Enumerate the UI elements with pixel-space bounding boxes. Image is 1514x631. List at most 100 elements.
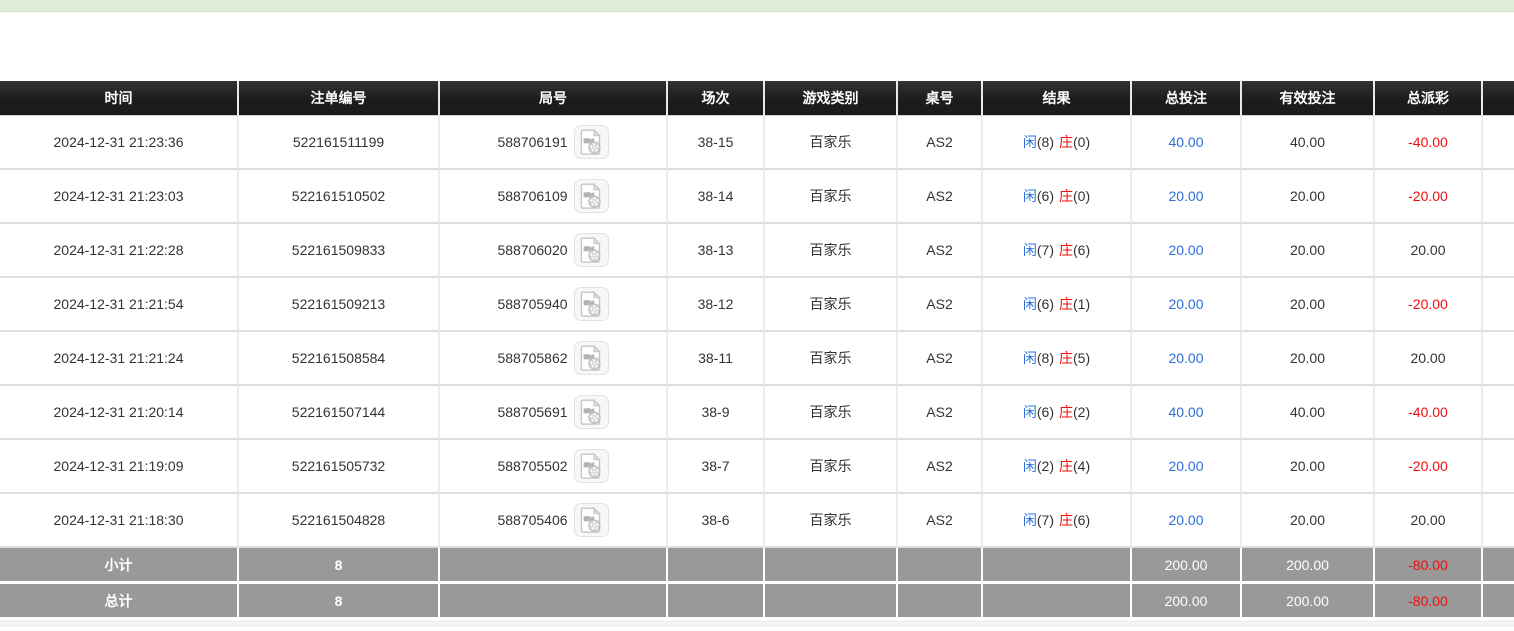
cell-valid-bet: 20.00 xyxy=(1242,170,1375,224)
result-player-label: 闲 xyxy=(1023,242,1037,258)
cell-valid-bet: 40.00 xyxy=(1242,116,1375,170)
result-banker-label: 庄 xyxy=(1059,404,1073,420)
cell-bet-id: 522161510502 xyxy=(239,170,440,224)
cell-total-bet: 20.00 xyxy=(1132,170,1242,224)
video-file-icon xyxy=(580,129,602,155)
video-replay-button[interactable] xyxy=(574,179,609,213)
table-row: 2024-12-31 21:18:30 522161504828 5887054… xyxy=(0,494,1514,548)
cell-result: 闲(2)庄(4) xyxy=(983,440,1132,494)
total-bet-link[interactable]: 40.00 xyxy=(1168,134,1203,150)
video-file-icon xyxy=(580,237,602,263)
table-header: 时间 注单编号 局号 场次 游戏类别 桌号 结果 总投注 有效投注 总派彩 xyxy=(0,81,1514,116)
video-file-icon xyxy=(580,507,602,533)
summary-empty-extra xyxy=(1483,548,1514,584)
total-bet-link[interactable]: 20.00 xyxy=(1168,242,1203,258)
cell-table-no: AS2 xyxy=(898,332,983,386)
summary-count: 8 xyxy=(239,548,440,584)
header-total-bet: 总投注 xyxy=(1132,81,1242,116)
cell-bet-id: 522161509833 xyxy=(239,224,440,278)
cell-bet-id: 522161509213 xyxy=(239,278,440,332)
result-banker-label: 庄 xyxy=(1059,188,1073,204)
result-player-value: (8) xyxy=(1037,350,1054,366)
cell-round: 588706191 xyxy=(440,116,668,170)
result-player-value: (6) xyxy=(1037,188,1054,204)
round-number: 588705502 xyxy=(497,458,567,474)
video-replay-button[interactable] xyxy=(574,395,609,429)
cell-session: 38-9 xyxy=(668,386,765,440)
result-banker-value: (1) xyxy=(1073,296,1090,312)
result-banker-label: 庄 xyxy=(1059,512,1073,528)
cell-total-bet: 20.00 xyxy=(1132,332,1242,386)
video-file-icon xyxy=(580,399,602,425)
cell-game-type: 百家乐 xyxy=(765,440,898,494)
summary-total-payout: -80.00 xyxy=(1375,584,1483,620)
cell-bet-id: 522161504828 xyxy=(239,494,440,548)
cell-total-payout: 20.00 xyxy=(1375,332,1483,386)
total-bet-link[interactable]: 20.00 xyxy=(1168,188,1203,204)
result-player-label: 闲 xyxy=(1023,458,1037,474)
result-banker-value: (0) xyxy=(1073,188,1090,204)
result-banker-label: 庄 xyxy=(1059,296,1073,312)
cell-extra xyxy=(1483,116,1514,170)
table-row: 2024-12-31 21:23:03 522161510502 5887061… xyxy=(0,170,1514,224)
header-game-type: 游戏类别 xyxy=(765,81,898,116)
total-bet-link[interactable]: 40.00 xyxy=(1168,404,1203,420)
cell-table-no: AS2 xyxy=(898,116,983,170)
result-banker-value: (5) xyxy=(1073,350,1090,366)
cell-table-no: AS2 xyxy=(898,386,983,440)
cell-round: 588705691 xyxy=(440,386,668,440)
cell-total-payout: -20.00 xyxy=(1375,170,1483,224)
cell-session: 38-6 xyxy=(668,494,765,548)
total-bet-link[interactable]: 20.00 xyxy=(1168,458,1203,474)
cell-result: 闲(6)庄(1) xyxy=(983,278,1132,332)
cell-valid-bet: 20.00 xyxy=(1242,278,1375,332)
total-bet-link[interactable]: 20.00 xyxy=(1168,296,1203,312)
video-replay-button[interactable] xyxy=(574,449,609,483)
table-row: 2024-12-31 21:21:54 522161509213 5887059… xyxy=(0,278,1514,332)
cell-bet-id: 522161507144 xyxy=(239,386,440,440)
video-file-icon xyxy=(580,291,602,317)
table-row: 2024-12-31 21:20:14 522161507144 5887056… xyxy=(0,386,1514,440)
cell-total-bet: 40.00 xyxy=(1132,116,1242,170)
cell-round: 588706020 xyxy=(440,224,668,278)
cell-result: 闲(7)庄(6) xyxy=(983,494,1132,548)
cell-total-bet: 20.00 xyxy=(1132,224,1242,278)
cell-valid-bet: 20.00 xyxy=(1242,332,1375,386)
cell-time: 2024-12-31 21:23:03 xyxy=(0,170,239,224)
summary-empty-result xyxy=(983,548,1132,584)
cell-round: 588705862 xyxy=(440,332,668,386)
cell-extra xyxy=(1483,224,1514,278)
video-replay-button[interactable] xyxy=(574,341,609,375)
cell-total-payout: -40.00 xyxy=(1375,386,1483,440)
cell-total-payout: -20.00 xyxy=(1375,440,1483,494)
round-number: 588705406 xyxy=(497,512,567,528)
cell-table-no: AS2 xyxy=(898,494,983,548)
bet-history-table: 时间 注单编号 局号 场次 游戏类别 桌号 结果 总投注 有效投注 总派彩 20… xyxy=(0,81,1514,620)
video-file-icon xyxy=(580,345,602,371)
table-row: 2024-12-31 21:22:28 522161509833 5887060… xyxy=(0,224,1514,278)
video-replay-button[interactable] xyxy=(574,233,609,267)
cell-time: 2024-12-31 21:21:54 xyxy=(0,278,239,332)
cell-extra xyxy=(1483,278,1514,332)
summary-empty-session xyxy=(668,548,765,584)
result-player-label: 闲 xyxy=(1023,188,1037,204)
summary-valid-bet: 200.00 xyxy=(1242,548,1375,584)
cell-bet-id: 522161508584 xyxy=(239,332,440,386)
cell-round: 588705940 xyxy=(440,278,668,332)
cell-result: 闲(7)庄(6) xyxy=(983,224,1132,278)
header-extra xyxy=(1483,81,1514,116)
result-banker-value: (6) xyxy=(1073,512,1090,528)
total-bet-link[interactable]: 20.00 xyxy=(1168,512,1203,528)
summary-empty-game xyxy=(765,584,898,620)
video-replay-button[interactable] xyxy=(574,125,609,159)
video-replay-button[interactable] xyxy=(574,503,609,537)
result-player-value: (6) xyxy=(1037,296,1054,312)
video-replay-button[interactable] xyxy=(574,287,609,321)
result-banker-label: 庄 xyxy=(1059,134,1073,150)
round-number: 588705862 xyxy=(497,350,567,366)
cell-extra xyxy=(1483,170,1514,224)
header-time: 时间 xyxy=(0,81,239,116)
content-spacer xyxy=(0,12,1514,81)
total-bet-link[interactable]: 20.00 xyxy=(1168,350,1203,366)
round-number: 588705940 xyxy=(497,296,567,312)
